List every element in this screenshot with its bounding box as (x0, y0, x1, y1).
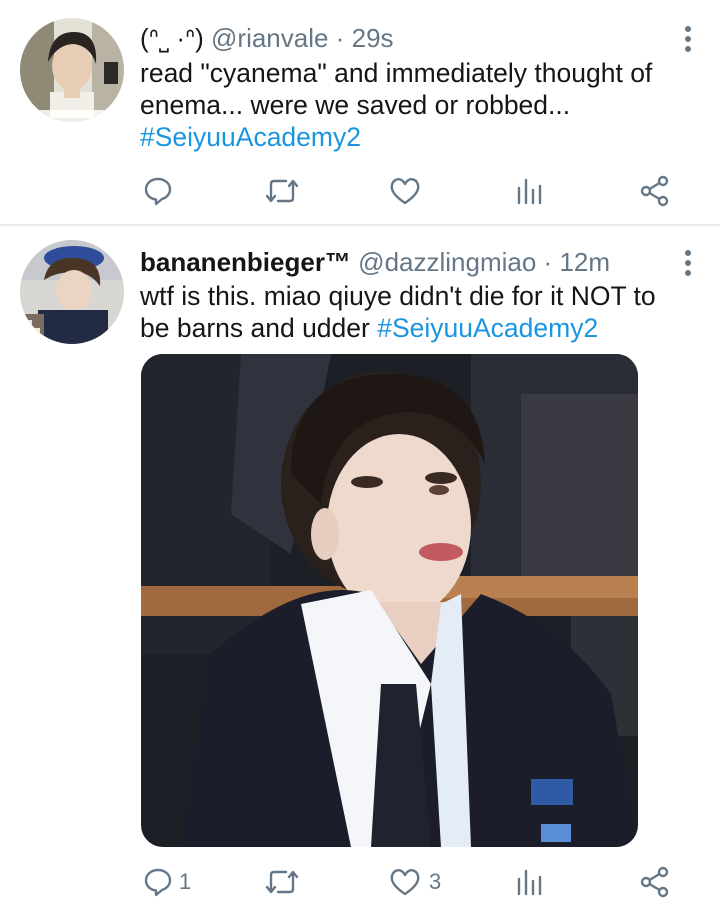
handle[interactable]: @rianvale (211, 23, 328, 53)
share-button[interactable] (640, 171, 670, 211)
more-vertical-icon[interactable] (684, 26, 692, 56)
timestamp[interactable]: 12m (559, 247, 610, 277)
share-button[interactable] (640, 862, 670, 902)
tweet-text-line: be barns and udder #SeiyuuAcademy2 (140, 312, 700, 344)
reply-icon (144, 177, 172, 206)
tweet-image[interactable] (141, 354, 638, 847)
handle[interactable]: @dazzlingmiao (358, 247, 536, 277)
tweet-text-fragment: be barns and udder (140, 313, 378, 343)
reply-button[interactable]: 1 (143, 862, 191, 902)
retweet-icon (265, 179, 299, 203)
reply-icon (144, 868, 172, 897)
timestamp[interactable]: 29s (352, 23, 394, 53)
analytics-icon (517, 869, 542, 896)
more-vertical-icon[interactable] (684, 250, 692, 280)
tweet-text-line: enema... were we saved or robbed... (140, 90, 571, 120)
retweet-icon (265, 870, 299, 894)
separator-dot: · (543, 247, 553, 277)
tweet-actions: 1 3 (0, 862, 720, 902)
avatar[interactable] (20, 18, 124, 122)
share-icon (640, 866, 669, 898)
tweet[interactable]: bananenbieger™ @dazzlingmiao · 12m wtf i… (0, 226, 720, 917)
tweet-text-line: read "cyanema" and immediately thought o… (140, 58, 653, 88)
like-count: 3 (429, 869, 442, 894)
avatar[interactable] (20, 240, 124, 344)
analytics-button[interactable] (516, 862, 544, 902)
tweet-text: wtf is this. miao qiuye didn't die for i… (140, 280, 700, 344)
analytics-button[interactable] (516, 171, 544, 211)
tweet-text: read "cyanema" and immediately thought o… (140, 57, 700, 153)
reply-button[interactable] (143, 171, 173, 211)
tweet[interactable]: (ᐢ˽ ·ᐢ) @rianvale · 29s read "cyanema" a… (0, 0, 720, 226)
like-button[interactable]: 3 (389, 862, 441, 902)
separator-dot: · (335, 23, 345, 53)
display-emote: (ᐢ˽ ·ᐢ) (140, 23, 204, 53)
heart-icon (390, 869, 420, 896)
like-button[interactable] (389, 171, 421, 211)
heart-icon (390, 178, 420, 205)
display-name[interactable]: bananenbieger™ (140, 247, 351, 277)
hashtag-link[interactable]: #SeiyuuAcademy2 (140, 121, 700, 153)
share-icon (640, 175, 669, 207)
tweet-actions (0, 171, 720, 211)
retweet-button[interactable] (264, 862, 300, 902)
tweet-text-line: wtf is this. miao qiuye didn't die for i… (140, 281, 656, 311)
hashtag-link[interactable]: #SeiyuuAcademy2 (377, 313, 598, 343)
reply-count: 1 (179, 869, 192, 894)
retweet-button[interactable] (264, 171, 300, 211)
analytics-icon (517, 178, 542, 205)
